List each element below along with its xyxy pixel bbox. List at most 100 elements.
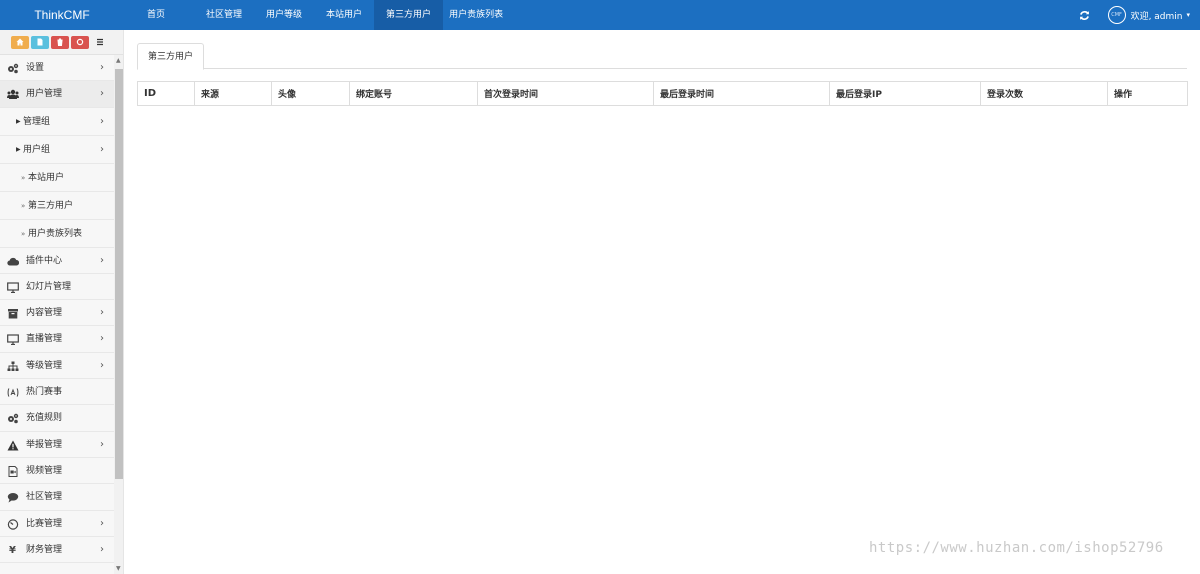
trophy-icon xyxy=(7,388,19,397)
yen-icon: ¥ xyxy=(9,544,16,556)
main-content: 第三方用户 ID 来源 头像 绑定账号 首次登录时间 最后登录时间 最后登录IP… xyxy=(124,30,1200,574)
monitor-icon xyxy=(7,282,19,293)
refresh-icon[interactable] xyxy=(1078,8,1092,22)
home-icon[interactable] xyxy=(11,35,29,49)
chevron-right-icon: › xyxy=(100,62,104,73)
tab-third-party-users[interactable]: 第三方用户 xyxy=(137,43,205,70)
double-angle-right-icon: » xyxy=(21,201,26,210)
sidebar: 设置 › 用户管理 › ▶ 管理组 › ▶ 用户组 › » 本站用户 » 第三方… xyxy=(0,30,124,574)
avatar-text: CMF xyxy=(1111,12,1122,18)
nav-third-party-users[interactable]: 第三方用户 xyxy=(374,0,444,30)
chevron-right-icon: › xyxy=(100,115,104,127)
sidebar-item-slides[interactable]: 幻灯片管理 xyxy=(0,274,114,301)
sidebar-item-label: 设置 xyxy=(26,63,45,73)
column-header-last-ip: 最后登录IP xyxy=(829,81,981,106)
sidebar-item-hot-events[interactable]: 热门赛事 xyxy=(0,379,114,406)
top-navbar: ThinkCMF 首页 社区管理 用户等级 本站用户 第三方用户 用户贵族列表 … xyxy=(0,0,1200,30)
chevron-right-icon: › xyxy=(100,143,104,155)
sidebar-item-label: 用户贵族列表 xyxy=(28,228,83,239)
chevron-right-icon: › xyxy=(100,254,104,266)
sidebar-item-label: 等级管理 xyxy=(26,360,63,371)
column-header-last-login: 最后登录时间 xyxy=(653,81,830,106)
brand-logo[interactable]: ThinkCMF xyxy=(0,0,124,30)
chevron-right-icon: › xyxy=(100,438,104,450)
sidebar-item-label: 第三方用户 xyxy=(28,200,74,211)
gears-icon xyxy=(8,414,19,424)
sidebar-item-videos[interactable]: 视频管理 xyxy=(0,458,114,485)
chevron-right-icon: › xyxy=(100,88,104,100)
video-file-icon xyxy=(8,465,18,477)
recycle-icon[interactable] xyxy=(71,35,89,49)
scroll-up-icon[interactable]: ▲ xyxy=(116,57,121,64)
scroll-down-icon[interactable]: ▼ xyxy=(116,565,121,572)
sidebar-item-finance[interactable]: ¥ 财务管理 › xyxy=(0,537,114,564)
double-angle-right-icon: » xyxy=(21,229,26,238)
sidebar-item-label: 管理组 xyxy=(23,116,51,127)
column-header-actions: 操作 xyxy=(1107,81,1188,106)
sidebar-item-site-users[interactable]: » 本站用户 xyxy=(0,163,114,192)
sidebar-item-label: 比赛管理 xyxy=(26,518,63,529)
column-header-bound-account: 绑定账号 xyxy=(349,81,478,106)
sidebar-item-label: 本站用户 xyxy=(28,172,65,183)
user-area: CMF 欢迎, admin ▾ xyxy=(1078,0,1190,30)
column-header-source: 来源 xyxy=(194,81,272,106)
sidebar-item-label: 用户管理 xyxy=(26,89,63,100)
sidebar-item-label: 内容管理 xyxy=(26,308,63,319)
sidebar-item-label: 充值规则 xyxy=(26,413,63,424)
chevron-right-icon: › xyxy=(100,543,104,555)
double-angle-right-icon: » xyxy=(21,173,26,182)
sidebar-item-admin-group[interactable]: ▶ 管理组 › xyxy=(0,107,114,136)
watermark: https://www.huzhan.com/ishop52796 xyxy=(869,540,1164,556)
sidebar-item-label: 举报管理 xyxy=(26,439,63,450)
dashboard-icon xyxy=(7,518,19,530)
sidebar-item-community[interactable]: 社区管理 xyxy=(0,484,114,511)
sidebar-item-user-group[interactable]: ▶ 用户组 › xyxy=(0,135,114,164)
sidebar-item-plugins[interactable]: 插件中心 › xyxy=(0,248,114,274)
sitemap-icon xyxy=(7,361,19,371)
top-nav: 首页 社区管理 用户等级 本站用户 第三方用户 用户贵族列表 xyxy=(136,0,515,30)
list-icon[interactable] xyxy=(91,35,109,49)
column-header-first-login: 首次登录时间 xyxy=(477,81,654,106)
nav-user-level[interactable]: 用户等级 xyxy=(254,0,314,30)
chevron-right-icon: › xyxy=(100,307,104,319)
tab-bar: 第三方用户 xyxy=(137,43,1187,70)
file-icon[interactable] xyxy=(31,35,49,49)
avatar[interactable]: CMF xyxy=(1107,6,1126,24)
column-header-id: ID xyxy=(137,81,195,106)
sidebar-item-levels[interactable]: 等级管理 › xyxy=(0,353,114,380)
nav-community[interactable]: 社区管理 xyxy=(194,0,254,30)
sidebar-item-label: 幻灯片管理 xyxy=(26,281,72,292)
sidebar-item-noble-users[interactable]: » 用户贵族列表 xyxy=(0,219,114,248)
chevron-right-icon: › xyxy=(100,359,104,371)
sidebar-item-live[interactable]: 直播管理 › xyxy=(0,326,114,353)
gears-icon xyxy=(8,63,19,74)
sidebar-item-user-management[interactable]: 用户管理 › xyxy=(0,81,114,108)
chevron-right-icon: › xyxy=(100,517,104,529)
warning-icon xyxy=(7,440,19,451)
sidebar-item-label: 社区管理 xyxy=(26,492,63,503)
nav-noble-users[interactable]: 用户贵族列表 xyxy=(443,0,515,30)
cloud-icon xyxy=(7,257,19,266)
welcome-text[interactable]: 欢迎, admin xyxy=(1131,9,1183,22)
sidebar-menu: 设置 › 用户管理 › ▶ 管理组 › ▶ 用户组 › » 本站用户 » 第三方… xyxy=(0,55,114,564)
scrollbar-thumb[interactable] xyxy=(115,69,123,479)
nav-site-users[interactable]: 本站用户 xyxy=(314,0,374,30)
trash-icon[interactable] xyxy=(51,35,69,49)
sidebar-item-label: 用户组 xyxy=(23,144,51,155)
sidebar-item-recharge-rules[interactable]: 充值规则 xyxy=(0,405,114,432)
sidebar-item-settings[interactable]: 设置 › xyxy=(0,55,114,82)
nav-home[interactable]: 首页 xyxy=(136,0,176,30)
sidebar-item-content[interactable]: 内容管理 › xyxy=(0,300,114,327)
chevron-down-icon[interactable]: ▾ xyxy=(1186,11,1190,19)
comment-icon xyxy=(7,493,19,503)
chevron-right-icon: › xyxy=(100,333,104,345)
sidebar-item-label: 视频管理 xyxy=(26,465,63,476)
sidebar-item-label: 财务管理 xyxy=(26,544,63,555)
sidebar-item-label: 热门赛事 xyxy=(26,387,63,398)
sidebar-item-third-party-users[interactable]: » 第三方用户 xyxy=(0,191,114,220)
sidebar-scrollbar[interactable]: ▲ ▼ xyxy=(114,55,123,574)
caret-right-icon: ▶ xyxy=(16,145,21,153)
sidebar-item-matches[interactable]: 比赛管理 › xyxy=(0,511,114,537)
table-header-row: ID 来源 头像 绑定账号 首次登录时间 最后登录时间 最后登录IP 登录次数 … xyxy=(137,81,1188,106)
sidebar-item-reports[interactable]: 举报管理 › xyxy=(0,432,114,458)
